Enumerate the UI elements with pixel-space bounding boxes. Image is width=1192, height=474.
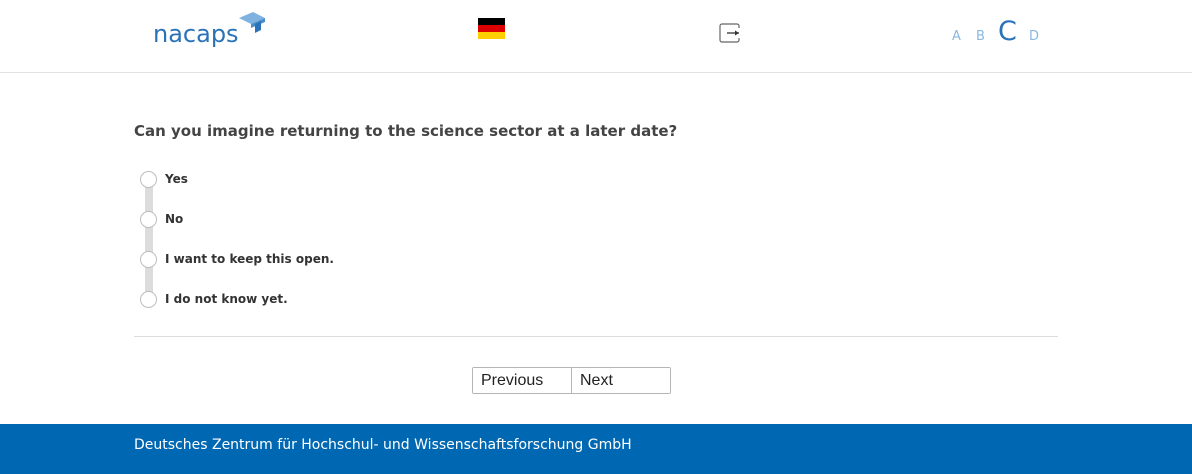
font-size-b[interactable]: B: [976, 29, 985, 44]
options-rail: [145, 180, 153, 300]
font-size-switcher: A B C D: [952, 14, 1052, 50]
radio-button[interactable]: [140, 291, 157, 308]
option-label: I want to keep this open.: [165, 252, 334, 266]
footer: Deutsches Zentrum für Hochschul- und Wis…: [0, 424, 1192, 474]
font-size-d[interactable]: D: [1029, 29, 1039, 44]
font-size-a[interactable]: A: [952, 29, 961, 44]
graduation-cap-icon: [239, 12, 265, 33]
footer-text: Deutsches Zentrum für Hochschul- und Wis…: [134, 437, 632, 453]
german-flag-icon[interactable]: [478, 18, 505, 39]
option-label: I do not know yet.: [165, 292, 288, 306]
next-button[interactable]: Next: [571, 368, 670, 393]
radio-button[interactable]: [140, 171, 157, 188]
logo-text: nacaps: [153, 20, 239, 48]
question-text: Can you imagine returning to the science…: [134, 122, 678, 140]
divider: [134, 336, 1058, 337]
page-navigation: Previous Next: [472, 367, 671, 394]
previous-button[interactable]: Previous: [473, 368, 571, 393]
radio-button[interactable]: [140, 251, 157, 268]
option-label: Yes: [165, 172, 188, 186]
header: nacaps A B C D: [0, 0, 1192, 73]
logout-icon[interactable]: [718, 22, 741, 44]
font-size-c-active[interactable]: C: [998, 16, 1017, 47]
radio-button[interactable]: [140, 211, 157, 228]
option-label: No: [165, 212, 184, 226]
